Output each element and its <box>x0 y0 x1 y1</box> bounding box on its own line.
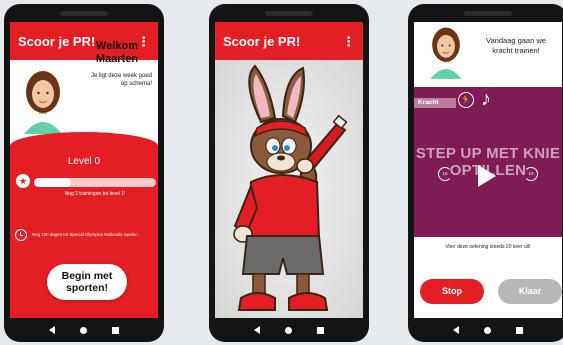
nav-back-icon[interactable] <box>452 326 459 334</box>
android-nav-bar <box>10 318 158 342</box>
phone-speaker <box>265 11 313 16</box>
menu-icon[interactable]: ⋮ <box>342 35 355 48</box>
nav-recent-icon[interactable] <box>112 326 120 334</box>
phone-home: Scoor je PR! ⋮ Welkom Maarten Je ligt de… <box>4 4 164 342</box>
level-progress-bar <box>34 178 156 187</box>
coach-avatar <box>16 68 70 134</box>
home-screen: Scoor je PR! ⋮ Welkom Maarten Je ligt de… <box>10 22 158 318</box>
mascot-screen: Scoor je PR! ⋮ <box>215 22 363 318</box>
nav-home-icon[interactable] <box>284 326 292 334</box>
countdown-text: Nog 100 dagen tot Special Olympics Natio… <box>32 232 138 237</box>
replay-forward-icon[interactable]: 10 <box>524 167 538 181</box>
nav-back-icon[interactable] <box>253 326 260 334</box>
coach-message: Vandaag gaan we kracht trainen! <box>486 36 546 55</box>
play-icon[interactable] <box>478 165 496 187</box>
nav-home-icon[interactable] <box>79 326 87 334</box>
clock-icon <box>15 229 27 241</box>
rabbit-mascot-illustration <box>233 64 348 311</box>
level-label: Level 0 <box>67 156 101 167</box>
phone-speaker <box>60 11 108 16</box>
exercise-screen: Vandaag gaan we kracht trainen! Kracht 🏃… <box>414 22 562 318</box>
android-nav-bar <box>414 318 562 342</box>
exercise-video-player[interactable]: Kracht 🏃 ♪ STEP UP MET KNIE OPTILLEN 10 … <box>414 87 562 237</box>
phone-exercise: Vandaag gaan we kracht trainen! Kracht 🏃… <box>408 4 563 342</box>
stop-button[interactable]: Stop <box>420 279 484 304</box>
nav-recent-icon[interactable] <box>516 326 524 334</box>
replay-back-icon[interactable]: 10 <box>438 167 452 181</box>
exercise-instruction: Voer deze oefening steeds 20 keer uit! <box>445 244 531 250</box>
app-bar: Scoor je PR! ⋮ <box>215 22 363 60</box>
progress-text: Nog 2 trainingen tot level 1! <box>64 191 126 197</box>
level-progress-fill <box>34 178 71 187</box>
welcome-subtitle: Je ligt deze week goed op schema! <box>90 73 152 87</box>
welcome-title: Welkom Maarten <box>95 40 139 65</box>
begin-sport-button[interactable]: Begin met sporten! <box>47 264 127 300</box>
category-tag: Kracht <box>414 98 456 108</box>
nav-home-icon[interactable] <box>483 326 491 334</box>
nav-back-icon[interactable] <box>48 326 55 334</box>
nav-recent-icon[interactable] <box>317 326 325 334</box>
phone-mascot: Scoor je PR! ⋮ <box>209 4 369 342</box>
phone-speaker <box>464 11 512 16</box>
star-icon: ★ <box>16 174 30 188</box>
android-nav-bar <box>215 318 363 342</box>
done-button[interactable]: Klaar <box>498 279 562 304</box>
coach-avatar <box>430 27 462 79</box>
music-note-icon[interactable]: ♪ <box>481 89 491 109</box>
runner-icon: 🏃 <box>458 92 474 108</box>
app-title: Scoor je PR! <box>223 33 301 49</box>
